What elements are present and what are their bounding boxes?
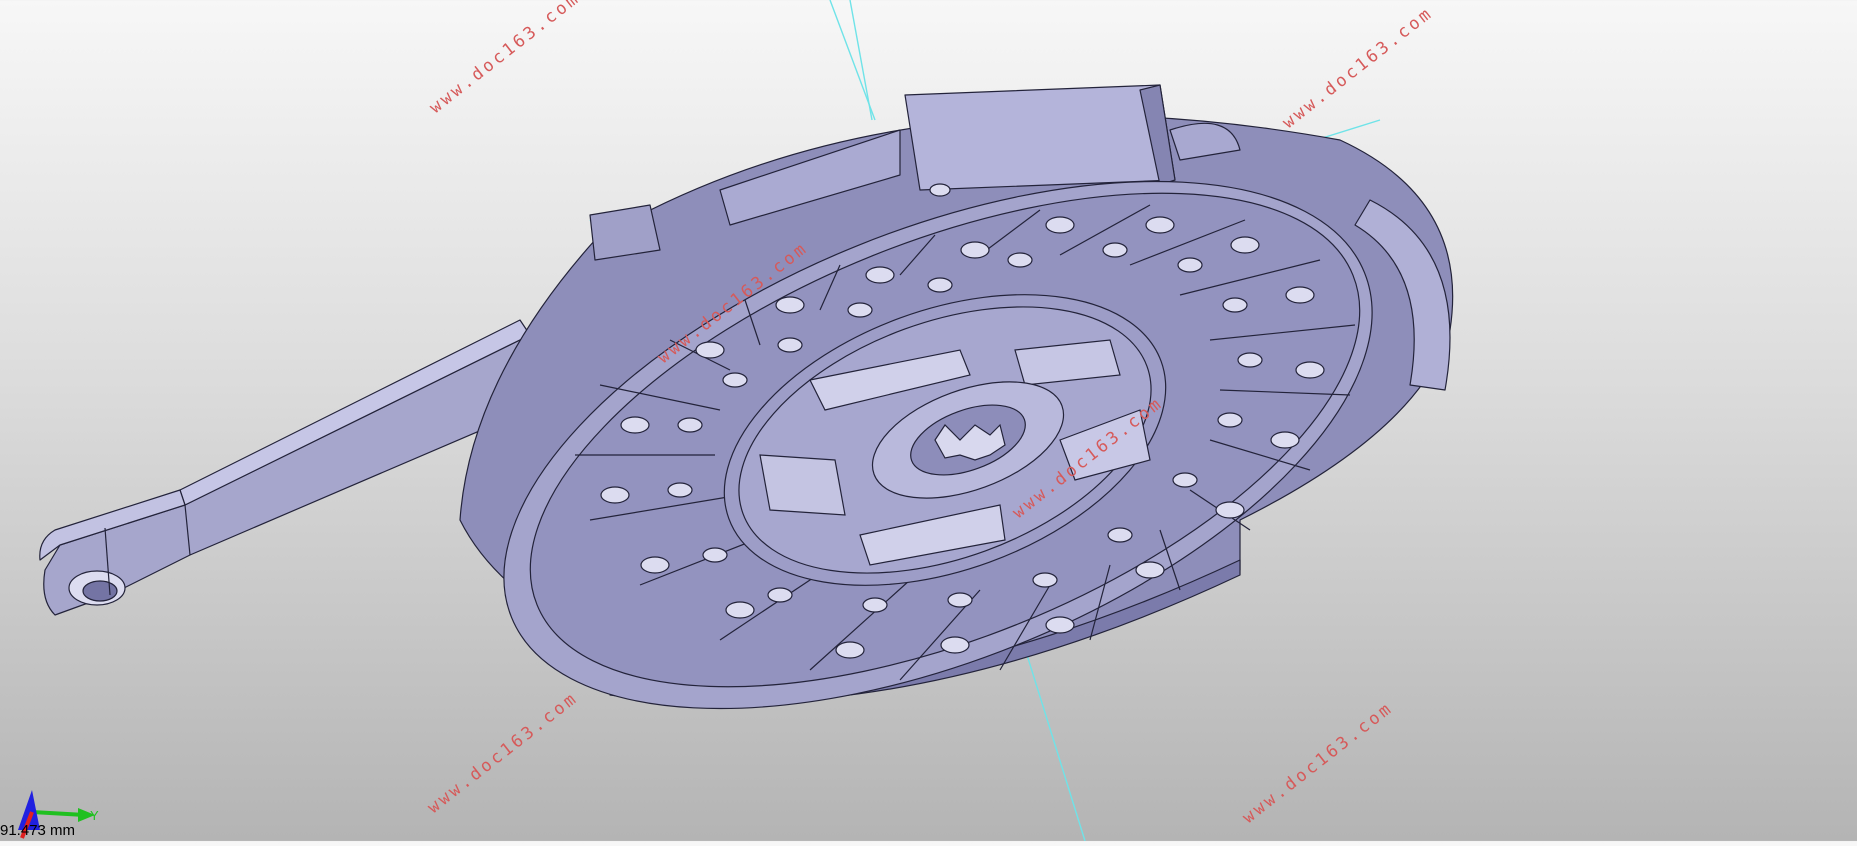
- y-axis-label: Y: [90, 808, 99, 823]
- release-fork-arm[interactable]: [39, 319, 541, 616]
- 3d-viewport[interactable]: Y www.doc163.com www.doc163.com www.doc1…: [0, 0, 1857, 842]
- scale-readout: 91.473 mm: [0, 822, 76, 839]
- model-canvas[interactable]: Y: [0, 0, 1857, 842]
